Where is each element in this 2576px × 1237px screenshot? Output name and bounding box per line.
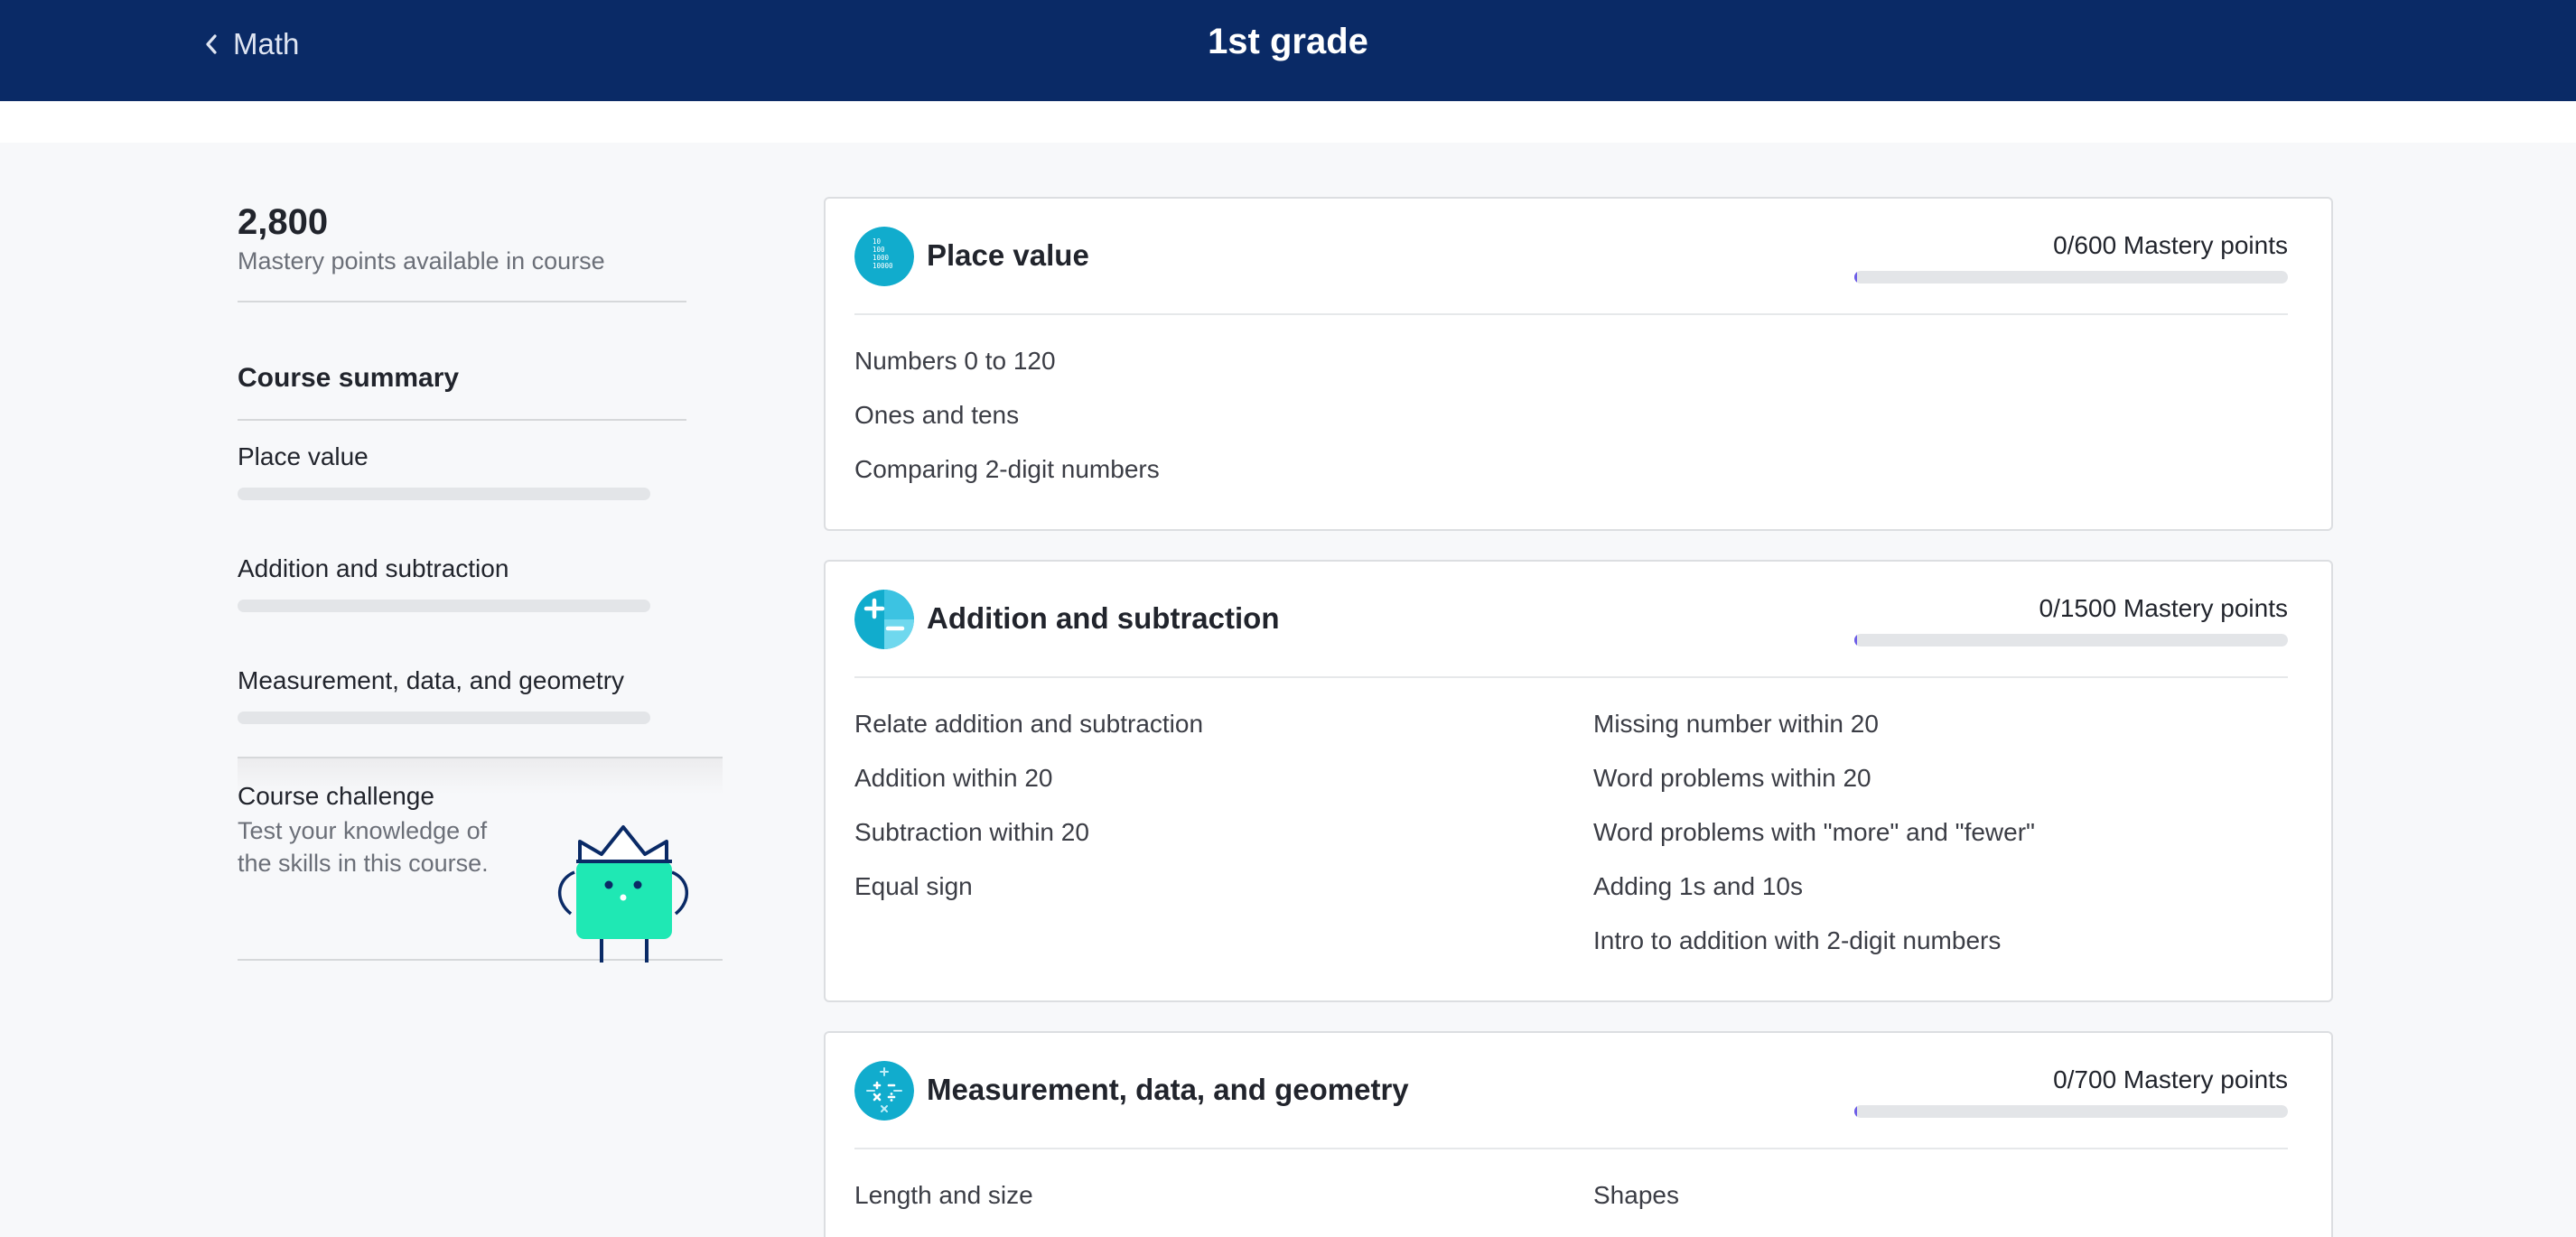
plus-minus-icon [854, 590, 914, 649]
unit-progress-fill [1854, 1105, 1857, 1118]
summary-item-place-value[interactable]: Place value [238, 442, 653, 500]
skill-link[interactable]: Subtraction within 20 [854, 817, 1203, 871]
skills-list-left: Relate addition and subtraction Addition… [854, 709, 1203, 925]
skill-link[interactable]: Word problems with "more" and "fewer" [1593, 817, 2035, 871]
skill-link[interactable]: Missing number within 20 [1593, 709, 2035, 763]
skill-link[interactable]: Addition within 20 [854, 763, 1203, 817]
divider [854, 676, 2288, 678]
unit-card-addition-subtraction: Addition and subtraction 0/1500 Mastery … [824, 560, 2333, 1002]
course-challenge-description: Test your knowledge of the skills in thi… [238, 817, 489, 877]
svg-text:10000: 10000 [873, 262, 893, 270]
divider [238, 419, 686, 421]
divider [854, 313, 2288, 315]
divider [238, 301, 686, 302]
crowned-mascot-icon [557, 825, 689, 963]
svg-text:10: 10 [873, 237, 882, 246]
summary-item-label: Measurement, data, and geometry [238, 666, 625, 694]
skill-link[interactable]: Relate addition and subtraction [854, 709, 1203, 763]
skills-list-right: Shapes [1593, 1180, 1679, 1234]
unit-mastery-points: 0/600 Mastery points [2053, 231, 2288, 259]
summary-progress-bar [238, 712, 650, 724]
mastery-points-total: 2,800 [238, 202, 329, 242]
skill-link[interactable]: Shapes [1593, 1180, 1679, 1234]
skill-link[interactable]: Equal sign [854, 871, 1203, 925]
skills-list-left: Length and size [854, 1180, 1033, 1234]
mastery-points-caption: Mastery points available in course [238, 247, 605, 274]
math-symbols-icon [854, 1061, 914, 1121]
sub-header-strip [0, 101, 2576, 143]
place-value-icon: 10 100 1000 10000 [854, 227, 914, 286]
skills-list-right: Missing number within 20 Word problems w… [1593, 709, 2035, 980]
unit-mastery-points: 0/1500 Mastery points [2039, 594, 2289, 622]
skill-link[interactable]: Numbers 0 to 120 [854, 346, 1160, 400]
summary-item-label: Addition and subtraction [238, 554, 509, 582]
summary-progress-bar [238, 488, 650, 500]
summary-item-addition-subtraction[interactable]: Addition and subtraction [238, 554, 653, 612]
unit-title[interactable]: Addition and subtraction [927, 601, 1279, 636]
unit-progress-fill [1854, 271, 1857, 284]
divider [854, 1148, 2288, 1149]
unit-progress-bar [1854, 634, 2288, 646]
unit-progress-bar [1854, 271, 2288, 284]
svg-text:100: 100 [873, 246, 885, 254]
course-summary-heading: Course summary [238, 363, 460, 393]
unit-card-place-value: 10 100 1000 10000 Place value 0/600 Mast… [824, 197, 2333, 531]
course-challenge-card[interactable]: Course challenge Test your knowledge of … [238, 757, 723, 963]
page-title: 1st grade [1208, 22, 1368, 61]
skill-link[interactable]: Word problems within 20 [1593, 763, 2035, 817]
skills-list-left: Numbers 0 to 120 Ones and tens Comparing… [854, 346, 1160, 508]
summary-item-label: Place value [238, 442, 369, 470]
unit-progress-bar [1854, 1105, 2288, 1118]
unit-mastery-points: 0/700 Mastery points [2053, 1065, 2288, 1093]
summary-item-measurement-data-geometry[interactable]: Measurement, data, and geometry [238, 666, 653, 724]
skill-link[interactable]: Comparing 2-digit numbers [854, 454, 1160, 508]
summary-progress-bar [238, 600, 650, 612]
unit-title[interactable]: Measurement, data, and geometry [927, 1073, 1409, 1107]
unit-card-measurement-data-geometry: Measurement, data, and geometry 0/700 Ma… [824, 1031, 2333, 1237]
top-nav-bar: Math 1st grade [0, 0, 2576, 101]
skill-link[interactable]: Adding 1s and 10s [1593, 871, 2035, 925]
svg-text:1000: 1000 [873, 254, 890, 262]
skill-link[interactable]: Ones and tens [854, 400, 1160, 454]
unit-title[interactable]: Place value [927, 238, 1089, 273]
skill-link[interactable]: Length and size [854, 1180, 1033, 1234]
course-challenge-title: Course challenge [238, 782, 434, 810]
unit-progress-fill [1854, 634, 1857, 646]
skill-link[interactable]: Intro to addition with 2-digit numbers [1593, 925, 2035, 980]
